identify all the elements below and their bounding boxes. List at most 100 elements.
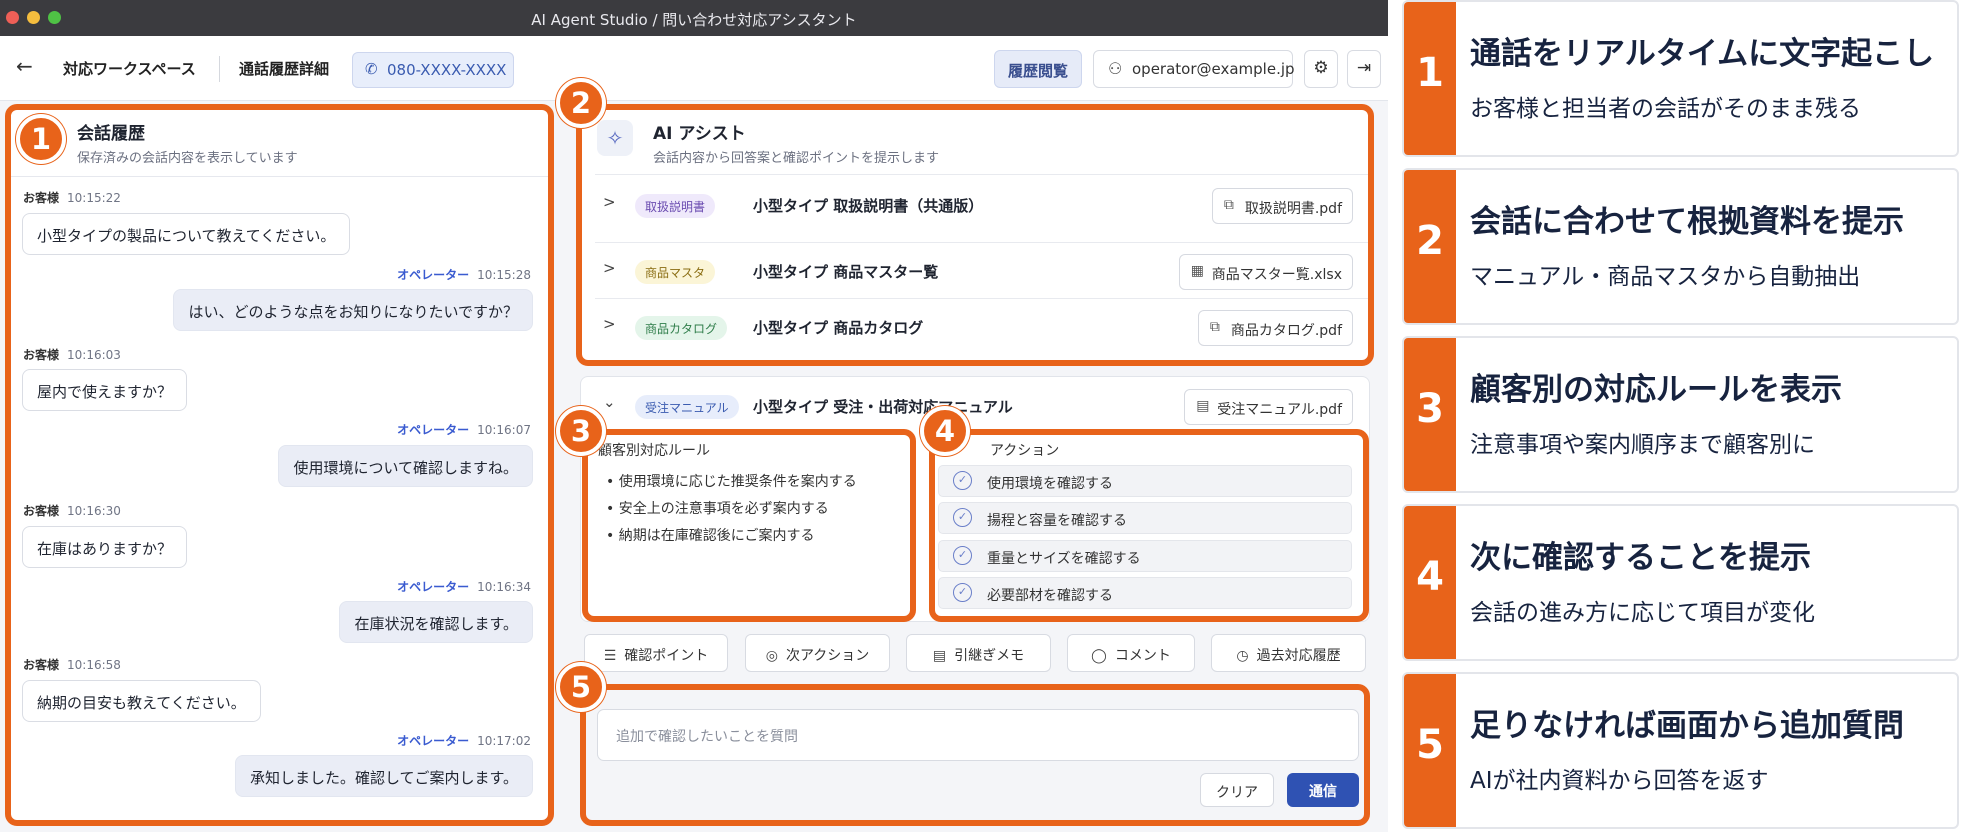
speaker-label: お客様 bbox=[23, 658, 60, 672]
open-file-button[interactable]: ⧉ 商品カタログ.pdf bbox=[1197, 310, 1353, 346]
rule-text: 安全上の注意事項を必ず案内する bbox=[618, 501, 829, 517]
tool-past-history[interactable]: ◷ 過去対応履歴 bbox=[1211, 634, 1366, 672]
manual-row[interactable]: ⌄ 受注マニュアル 小型タイプ 受注・出荷対応マニュアル ▤ 受注マニュアル.pd… bbox=[581, 377, 1369, 437]
check-circle-icon[interactable]: ✓ bbox=[953, 583, 972, 602]
document-file-icon: ▤ bbox=[1196, 398, 1210, 414]
action-item[interactable]: ✓ 揚程と容量を確認する bbox=[938, 502, 1352, 534]
tool-label: 次アクション bbox=[785, 648, 870, 664]
action-text: 使用環境を確認する bbox=[987, 476, 1113, 492]
gear-icon: ⚙ bbox=[1313, 58, 1329, 78]
legend-item-2: 2 会話に合わせて根拠資料を提示 マニュアル・商品マスタから自動抽出 bbox=[1402, 168, 1959, 325]
message-time: 10:15:28 bbox=[477, 268, 531, 282]
callout-badge-3: 3 bbox=[556, 406, 606, 456]
conversation-header: 会話履歴 保存済みの会話内容を表示しています bbox=[8, 107, 549, 177]
phone-icon: ✆ bbox=[365, 60, 378, 78]
open-file-button[interactable]: ▦ 商品マスター覧.xlsx bbox=[1178, 254, 1353, 290]
row-divider bbox=[595, 174, 1373, 175]
document-row[interactable]: > 商品マスタ 小型タイプ 商品マスター覧 ▦ 商品マスター覧.xlsx bbox=[581, 242, 1369, 302]
check-circle-icon[interactable]: ✓ bbox=[953, 471, 972, 490]
sparkle-icon: ✧ bbox=[597, 120, 633, 156]
clock-icon: ◷ bbox=[1236, 648, 1249, 664]
check-circle-icon[interactable]: ✓ bbox=[953, 546, 972, 565]
legend-subtitle: AIが社内資料から回答を返す bbox=[1470, 768, 1769, 794]
check-circle-icon: ◎ bbox=[765, 648, 778, 664]
conversation-panel: 会話履歴 保存済みの会話内容を表示しています お客様 10:15:22 小型タイプ… bbox=[8, 107, 549, 823]
history-view-button[interactable]: 履歴閲覧 bbox=[994, 50, 1082, 88]
document-tag: 受注マニュアル bbox=[635, 395, 739, 419]
legend-subtitle: 注意事項や案内順序まで顧客別に bbox=[1470, 432, 1815, 458]
message-meta: オペレーター 10:16:34 bbox=[397, 578, 531, 595]
back-arrow-icon[interactable]: ← bbox=[16, 54, 33, 78]
message-time: 10:15:22 bbox=[67, 191, 121, 205]
speaker-label: オペレーター bbox=[397, 268, 470, 282]
message-meta: お客様 10:16:58 bbox=[23, 656, 121, 673]
ai-assist-subtitle: 会話内容から回答案と確認ポイントを提示します bbox=[653, 151, 940, 166]
document-row[interactable]: > 取扱説明書 小型タイプ 取扱説明書（共通版） ⧉ 取扱説明書.pdf bbox=[581, 176, 1369, 236]
speaker-label: オペレーター bbox=[397, 734, 470, 748]
logout-icon: ⇥ bbox=[1356, 58, 1372, 78]
tool-label: コメント bbox=[1114, 648, 1171, 664]
chevron-right-icon[interactable]: > bbox=[603, 259, 616, 277]
customer-message: 在庫はありますか？ bbox=[22, 526, 188, 568]
action-text: 重量とサイズを確認する bbox=[987, 551, 1141, 567]
legend-item-3: 3 顧客別の対応ルールを表示 注意事項や案内順序まで顧客別に bbox=[1402, 336, 1959, 493]
send-button[interactable]: 通信 bbox=[1287, 773, 1359, 807]
message-time: 10:16:58 bbox=[67, 658, 121, 672]
user-account-button[interactable]: ⚇ operator@example.jp bbox=[1093, 50, 1295, 88]
chevron-right-icon[interactable]: > bbox=[603, 193, 616, 211]
breadcrumb-workspace[interactable]: 対応ワークスペース bbox=[63, 58, 196, 79]
document-tag: 取扱説明書 bbox=[635, 194, 716, 218]
legend-subtitle: マニュアル・商品マスタから自動抽出 bbox=[1470, 264, 1861, 290]
tool-next-action[interactable]: ◎ 次アクション bbox=[745, 634, 890, 672]
app-window: AI Agent Studio / 問い合わせ対応アシスタント ← 対応ワークス… bbox=[0, 0, 1388, 832]
chevron-right-icon[interactable]: > bbox=[603, 315, 616, 333]
rule-item: • 納期は在庫確認後にご案内する bbox=[606, 528, 815, 544]
tool-comment[interactable]: ◯ コメント bbox=[1067, 634, 1195, 672]
rule-text: 使用環境に応じた推奨条件を案内する bbox=[618, 474, 857, 490]
message-meta: オペレーター 10:17:02 bbox=[397, 732, 531, 749]
tool-check-points[interactable]: ☰ 確認ポイント bbox=[584, 634, 728, 672]
tool-label: 過去対応履歴 bbox=[1256, 648, 1341, 664]
speaker-label: お客様 bbox=[23, 504, 60, 518]
message-meta: オペレーター 10:15:28 bbox=[397, 266, 531, 283]
chevron-down-icon[interactable]: ⌄ bbox=[603, 393, 616, 411]
document-name: 小型タイプ 商品カタログ bbox=[753, 319, 924, 337]
logout-button[interactable]: ⇥ bbox=[1347, 50, 1381, 88]
customer-message: 屋内で使えますか？ bbox=[22, 369, 188, 411]
callout-badge-1: 1 bbox=[16, 114, 66, 164]
legend-number: 3 bbox=[1404, 338, 1456, 491]
check-circle-icon[interactable]: ✓ bbox=[953, 508, 972, 527]
action-item[interactable]: ✓ 重量とサイズを確認する bbox=[938, 540, 1352, 572]
settings-button[interactable]: ⚙ bbox=[1304, 50, 1338, 88]
callout-badge-2: 2 bbox=[556, 78, 606, 128]
speaker-label: お客様 bbox=[23, 191, 60, 205]
open-file-button[interactable]: ⧉ 取扱説明書.pdf bbox=[1211, 188, 1353, 224]
operator-message: 使用環境について確認しますね。 bbox=[278, 445, 533, 487]
action-item[interactable]: ✓ 使用環境を確認する bbox=[938, 465, 1352, 497]
legend-title: 会話に合わせて根拠資料を提示 bbox=[1470, 204, 1904, 240]
clear-button[interactable]: クリア bbox=[1200, 773, 1274, 807]
message-meta: お客様 10:16:30 bbox=[23, 502, 121, 519]
legend-title: 足りなければ画面から追加質問 bbox=[1470, 708, 1904, 744]
document-name: 小型タイプ 商品マスター覧 bbox=[753, 263, 939, 281]
external-link-icon: ⧉ bbox=[1209, 319, 1220, 335]
phone-number-chip[interactable]: ✆ 080-XXXX-XXXX bbox=[352, 52, 514, 88]
message-time: 10:17:02 bbox=[477, 734, 531, 748]
action-item[interactable]: ✓ 必要部材を確認する bbox=[938, 577, 1352, 609]
breadcrumb-divider bbox=[219, 56, 220, 82]
speaker-label: お客様 bbox=[23, 348, 60, 362]
tool-handover-memo[interactable]: ▤ 引継ぎメモ bbox=[906, 634, 1051, 672]
external-link-icon: ⧉ bbox=[1223, 197, 1234, 213]
question-input[interactable]: 追加で確認したいことを質問 bbox=[597, 709, 1359, 761]
message-time: 10:16:03 bbox=[67, 348, 121, 362]
open-file-button[interactable]: ▤ 受注マニュアル.pdf bbox=[1184, 389, 1353, 425]
legend-item-5: 5 足りなければ画面から追加質問 AIが社内資料から回答を返す bbox=[1402, 672, 1959, 829]
operator-message: 在庫状況を確認します。 bbox=[339, 601, 533, 643]
conversation-subtitle: 保存済みの会話内容を表示しています bbox=[77, 151, 298, 166]
user-icon: ⚇ bbox=[1108, 59, 1123, 78]
ai-assist-title: AI アシスト bbox=[653, 124, 746, 144]
top-bar: ← 対応ワークスペース 通話履歴詳細 ✆ 080-XXXX-XXXX 履歴閲覧 … bbox=[0, 36, 1388, 101]
document-row[interactable]: > 商品カタログ 小型タイプ 商品カタログ ⧉ 商品カタログ.pdf bbox=[581, 298, 1369, 358]
speaker-label: オペレーター bbox=[397, 423, 470, 437]
document-tag: 商品マスタ bbox=[635, 260, 716, 284]
